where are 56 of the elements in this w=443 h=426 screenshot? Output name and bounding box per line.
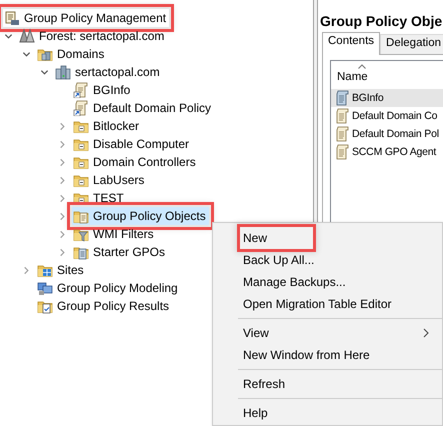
tree-item[interactable]: LabUsers (72, 171, 148, 189)
pane-title: Group Policy Obje (319, 12, 443, 31)
expand-chevron-icon[interactable] (58, 158, 67, 166)
scroll-icon (334, 126, 350, 142)
collapse-chevron-icon[interactable] (4, 32, 13, 40)
scroll-icon (334, 108, 350, 124)
tab[interactable]: Delegation (380, 34, 443, 54)
forest-icon (19, 28, 35, 44)
tree-item[interactable]: Sites (36, 261, 87, 279)
tree-item[interactable]: Group Policy Results (36, 297, 172, 315)
expand-chevron-icon[interactable] (22, 266, 31, 274)
tree-item[interactable]: BGInfo (72, 81, 134, 99)
menu-item[interactable]: Open Migration Table Editor (240, 293, 433, 315)
list-item[interactable]: BGInfo (331, 89, 443, 107)
tree-item[interactable]: Bitlocker (72, 117, 142, 135)
scroll-icon (334, 90, 350, 106)
scroll-icon (334, 144, 350, 160)
tree-item[interactable]: Domain Controllers (72, 153, 199, 171)
server-icon (55, 64, 71, 80)
tree-item[interactable]: Default Domain Policy (72, 99, 214, 117)
computer-icon (37, 280, 53, 296)
document-shortcut-icon (73, 82, 89, 98)
document-shortcut-icon (73, 100, 89, 116)
tree-item[interactable]: Group Policy Management (3, 9, 170, 27)
menu-item[interactable]: View (240, 322, 433, 344)
column-header[interactable]: Name (331, 71, 368, 83)
tree-item[interactable]: sertactopal.com (54, 63, 163, 81)
console-icon (4, 10, 20, 26)
expand-chevron-icon[interactable] (58, 194, 67, 202)
menu-item[interactable]: Refresh (240, 373, 433, 395)
expand-chevron-icon[interactable] (58, 176, 67, 184)
tree-item[interactable]: Disable Computer (72, 135, 192, 153)
list-item[interactable]: Default Domain Pol (331, 125, 443, 143)
collapse-chevron-icon[interactable] (40, 68, 49, 76)
tab[interactable]: Contents (322, 32, 380, 55)
tree-item[interactable]: Group Policy Objects (72, 207, 209, 225)
tree-item[interactable]: WMI Filters (72, 225, 157, 243)
tree-item[interactable]: Starter GPOs (72, 243, 168, 261)
menu-item[interactable]: New Window from Here (240, 344, 433, 366)
tree-item[interactable]: TEST (72, 189, 127, 207)
expand-chevron-icon[interactable] (58, 140, 67, 148)
tree-item[interactable]: Domains (36, 45, 108, 63)
menu-item[interactable]: Help (240, 402, 433, 424)
expand-chevron-icon[interactable] (58, 248, 67, 256)
expand-chevron-icon[interactable] (58, 122, 67, 130)
expand-chevron-icon[interactable] (58, 230, 67, 238)
list-item[interactable]: Default Domain Co (331, 107, 443, 125)
tree-item[interactable]: Group Policy Modeling (36, 279, 181, 297)
menu-item[interactable]: Back Up All... (240, 249, 433, 271)
collapse-chevron-icon[interactable] (22, 50, 31, 58)
menu-item[interactable]: New (240, 227, 313, 249)
list-item[interactable]: SCCM GPO Agent (331, 143, 443, 161)
expand-chevron-icon[interactable] (58, 212, 67, 220)
menu-item[interactable]: Manage Backups... (240, 271, 433, 293)
sort-caret-icon (358, 64, 366, 69)
tree-item[interactable]: Forest: sertactopal.com (18, 27, 168, 45)
